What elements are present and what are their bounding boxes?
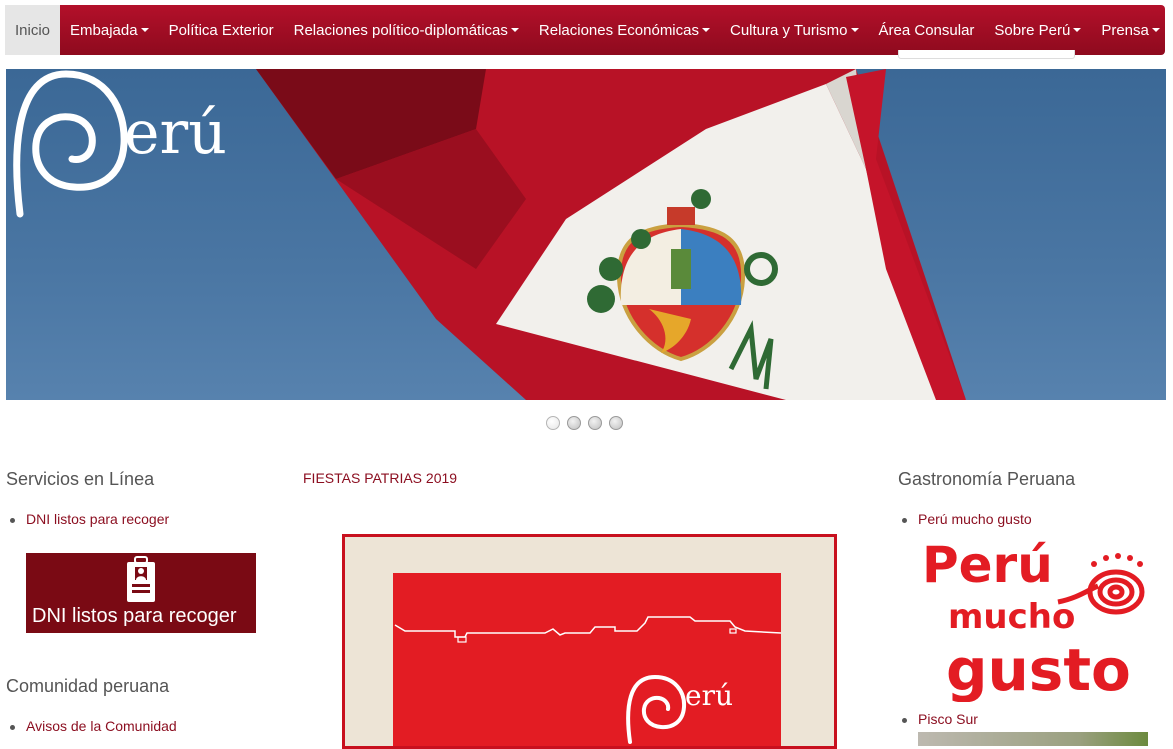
nav-relaciones-politico-label: Relaciones político-diplomáticas: [293, 21, 508, 39]
carousel-dot-2[interactable]: [567, 416, 581, 430]
nav-cultura-turismo[interactable]: Cultura y Turismo: [720, 5, 869, 55]
nav-embajada-label: Embajada: [70, 21, 138, 39]
nav-relaciones-politico[interactable]: Relaciones político-diplomáticas: [284, 5, 529, 55]
fiestas-patrias-poster[interactable]: erú: [342, 534, 837, 749]
peru-mucho-gusto-link[interactable]: Perú mucho gusto: [902, 511, 1032, 527]
nav-relaciones-economicas-label: Relaciones Económicas: [538, 21, 699, 39]
nav-sobre-peru-label: Sobre Perú: [994, 21, 1071, 39]
hero-slide: erú: [6, 69, 1166, 400]
peru-flag-image: erú: [13, 69, 966, 400]
nav-sobre-peru[interactable]: Sobre Perú: [984, 5, 1091, 55]
pmg-line1: Perú: [922, 536, 1053, 594]
services-title: Servicios en Línea: [6, 469, 155, 489]
fiestas-patrias-title[interactable]: FIESTAS PATRIAS 2019: [303, 470, 457, 486]
pisco-sur-link[interactable]: Pisco Sur: [902, 711, 978, 727]
nav-inicio-label: Inicio: [15, 21, 51, 39]
chevron-down-icon: [1073, 28, 1082, 32]
carousel-dot-1[interactable]: [546, 416, 560, 430]
peru-mucho-gusto-logo[interactable]: Perú mucho gusto: [918, 530, 1148, 702]
gastronomy-title: Gastronomía Peruana: [898, 469, 1076, 489]
community-title: Comunidad peruana: [6, 676, 170, 696]
chevron-down-icon: [140, 28, 149, 32]
main-navbar: Inicio Embajada Política Exterior Relaci…: [5, 5, 1165, 55]
nav-inicio[interactable]: Inicio: [5, 5, 61, 55]
nav-prensa[interactable]: Prensa: [1091, 5, 1170, 55]
marca-peru-logo: [13, 70, 128, 218]
carousel-dot-3[interactable]: [588, 416, 602, 430]
chevron-down-icon: [510, 28, 519, 32]
pmg-line3: gusto: [946, 636, 1131, 702]
carousel-indicators: [546, 416, 623, 430]
nav-relaciones-economicas[interactable]: Relaciones Económicas: [529, 5, 720, 55]
poster-logo-text: erú: [685, 679, 733, 712]
community-notices-link[interactable]: Avisos de la Comunidad: [10, 718, 177, 734]
id-card-icon: [127, 556, 155, 602]
chevron-down-icon: [850, 28, 859, 32]
chevron-down-icon: [1151, 28, 1160, 32]
search-box-edge[interactable]: [898, 50, 1075, 59]
dni-banner-label: DNI listos para recoger: [32, 605, 237, 627]
dni-link[interactable]: DNI listos para recoger: [9, 511, 169, 527]
chevron-down-icon: [701, 28, 710, 32]
nav-embajada[interactable]: Embajada: [60, 5, 159, 55]
logo-text: erú: [124, 98, 227, 168]
dni-banner[interactable]: DNI listos para recoger: [26, 553, 256, 633]
carousel-dot-4[interactable]: [609, 416, 623, 430]
nav-area-consular-label: Área Consular: [878, 21, 975, 39]
pmg-line2: mucho: [948, 597, 1075, 637]
nav-politica-exterior[interactable]: Política Exterior: [159, 5, 284, 55]
nav-prensa-label: Prensa: [1101, 21, 1149, 39]
nav-cultura-turismo-label: Cultura y Turismo: [729, 21, 848, 39]
nav-politica-exterior-label: Política Exterior: [168, 21, 274, 39]
nav-area-consular[interactable]: Área Consular: [869, 5, 985, 55]
